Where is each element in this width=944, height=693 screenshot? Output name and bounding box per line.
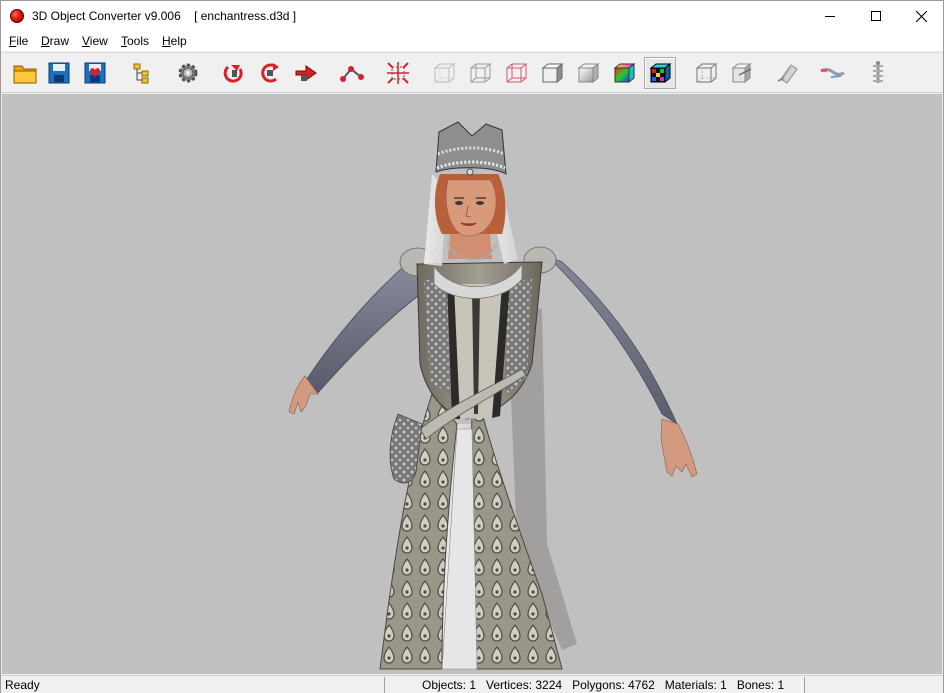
minimize-button[interactable] <box>807 1 853 31</box>
settings-gear-icon <box>178 63 198 83</box>
normals-button[interactable] <box>726 57 758 89</box>
menu-help-label: elp <box>170 34 187 48</box>
toolbar <box>1 52 943 93</box>
hidden-line-button[interactable] <box>500 57 532 89</box>
scale-icon <box>387 62 409 84</box>
close-icon <box>915 10 927 22</box>
flat-shaded-button[interactable] <box>536 57 568 89</box>
object-tree-button[interactable] <box>126 57 158 89</box>
rotate-x-button[interactable] <box>254 57 286 89</box>
app-icon[interactable] <box>10 9 24 23</box>
status-extra-panel <box>804 677 942 693</box>
app-window: 3D Object Converter v9.006 [ enchantress… <box>0 0 944 693</box>
flat-shaded-box-icon <box>541 62 564 84</box>
normals-box-icon <box>731 62 752 84</box>
menu-help[interactable]: Help <box>162 34 187 48</box>
move-button[interactable] <box>290 57 322 89</box>
menu-view[interactable]: View <box>82 34 108 48</box>
save-button[interactable] <box>43 57 75 89</box>
menu-view-mnemonic: V <box>82 34 90 48</box>
menu-view-label: iew <box>89 34 108 48</box>
texture-map-button[interactable] <box>772 57 804 89</box>
menu-tools-label: ools <box>127 34 150 48</box>
menu-file-label: ile <box>16 34 29 48</box>
character-model <box>288 121 698 670</box>
open-folder-icon <box>13 65 37 84</box>
3d-viewport[interactable] <box>2 94 942 674</box>
settings-button[interactable] <box>172 57 204 89</box>
scale-button[interactable] <box>382 57 414 89</box>
rotate-y-icon <box>223 65 243 83</box>
vertex-color-button[interactable] <box>608 57 640 89</box>
menu-bar: File Draw View Tools Help <box>1 31 943 51</box>
backface-button[interactable] <box>690 57 722 89</box>
menu-tools[interactable]: Tools <box>121 34 149 48</box>
rotate-y-button[interactable] <box>218 57 250 89</box>
window-title: 3D Object Converter v9.006 [ enchantress… <box>32 9 297 23</box>
textured-button[interactable] <box>644 57 676 89</box>
smooth-shaded-button[interactable] <box>572 57 604 89</box>
backface-box-icon <box>696 63 718 83</box>
status-bar: Ready Objects: 1 Vertices: 3224 Polygons… <box>1 675 943 693</box>
uv-map-icon <box>820 68 845 78</box>
open-button[interactable] <box>9 57 41 89</box>
save-as-button[interactable] <box>79 57 111 89</box>
maximize-icon <box>871 11 881 21</box>
bones-button[interactable] <box>862 57 894 89</box>
wireframe-button[interactable] <box>464 57 496 89</box>
vertex-edit-button[interactable] <box>336 57 368 89</box>
close-button[interactable] <box>898 1 944 31</box>
bones-icon <box>873 61 883 83</box>
texture-map-icon <box>777 64 798 84</box>
save-icon <box>48 62 70 84</box>
menu-draw[interactable]: Draw <box>41 34 69 48</box>
move-arrow-icon <box>295 65 317 81</box>
save-as-icon <box>84 62 106 84</box>
bounding-box-icon <box>434 63 456 83</box>
wireframe-red-box-icon <box>506 63 528 83</box>
object-tree-icon <box>133 63 149 84</box>
menu-file[interactable]: File <box>9 34 28 48</box>
wireframe-box-icon <box>470 63 492 83</box>
maximize-button[interactable] <box>853 1 899 31</box>
smooth-shaded-box-icon <box>577 62 600 84</box>
menu-draw-label: raw <box>49 34 70 48</box>
menu-help-mnemonic: H <box>162 34 171 48</box>
vertex-edit-icon <box>340 66 364 82</box>
status-ready-text: Ready <box>5 678 40 692</box>
textured-box-icon <box>649 62 672 84</box>
bounding-box-button[interactable] <box>428 57 460 89</box>
title-bar[interactable]: 3D Object Converter v9.006 [ enchantress… <box>1 1 943 31</box>
uv-map-button[interactable] <box>816 57 848 89</box>
color-shaded-box-icon <box>613 62 636 84</box>
minimize-icon <box>825 16 835 17</box>
rotate-x-icon <box>261 63 279 83</box>
menu-draw-mnemonic: D <box>41 34 50 48</box>
status-stats-text: Objects: 1 Vertices: 3224 Polygons: 4762… <box>422 678 785 692</box>
